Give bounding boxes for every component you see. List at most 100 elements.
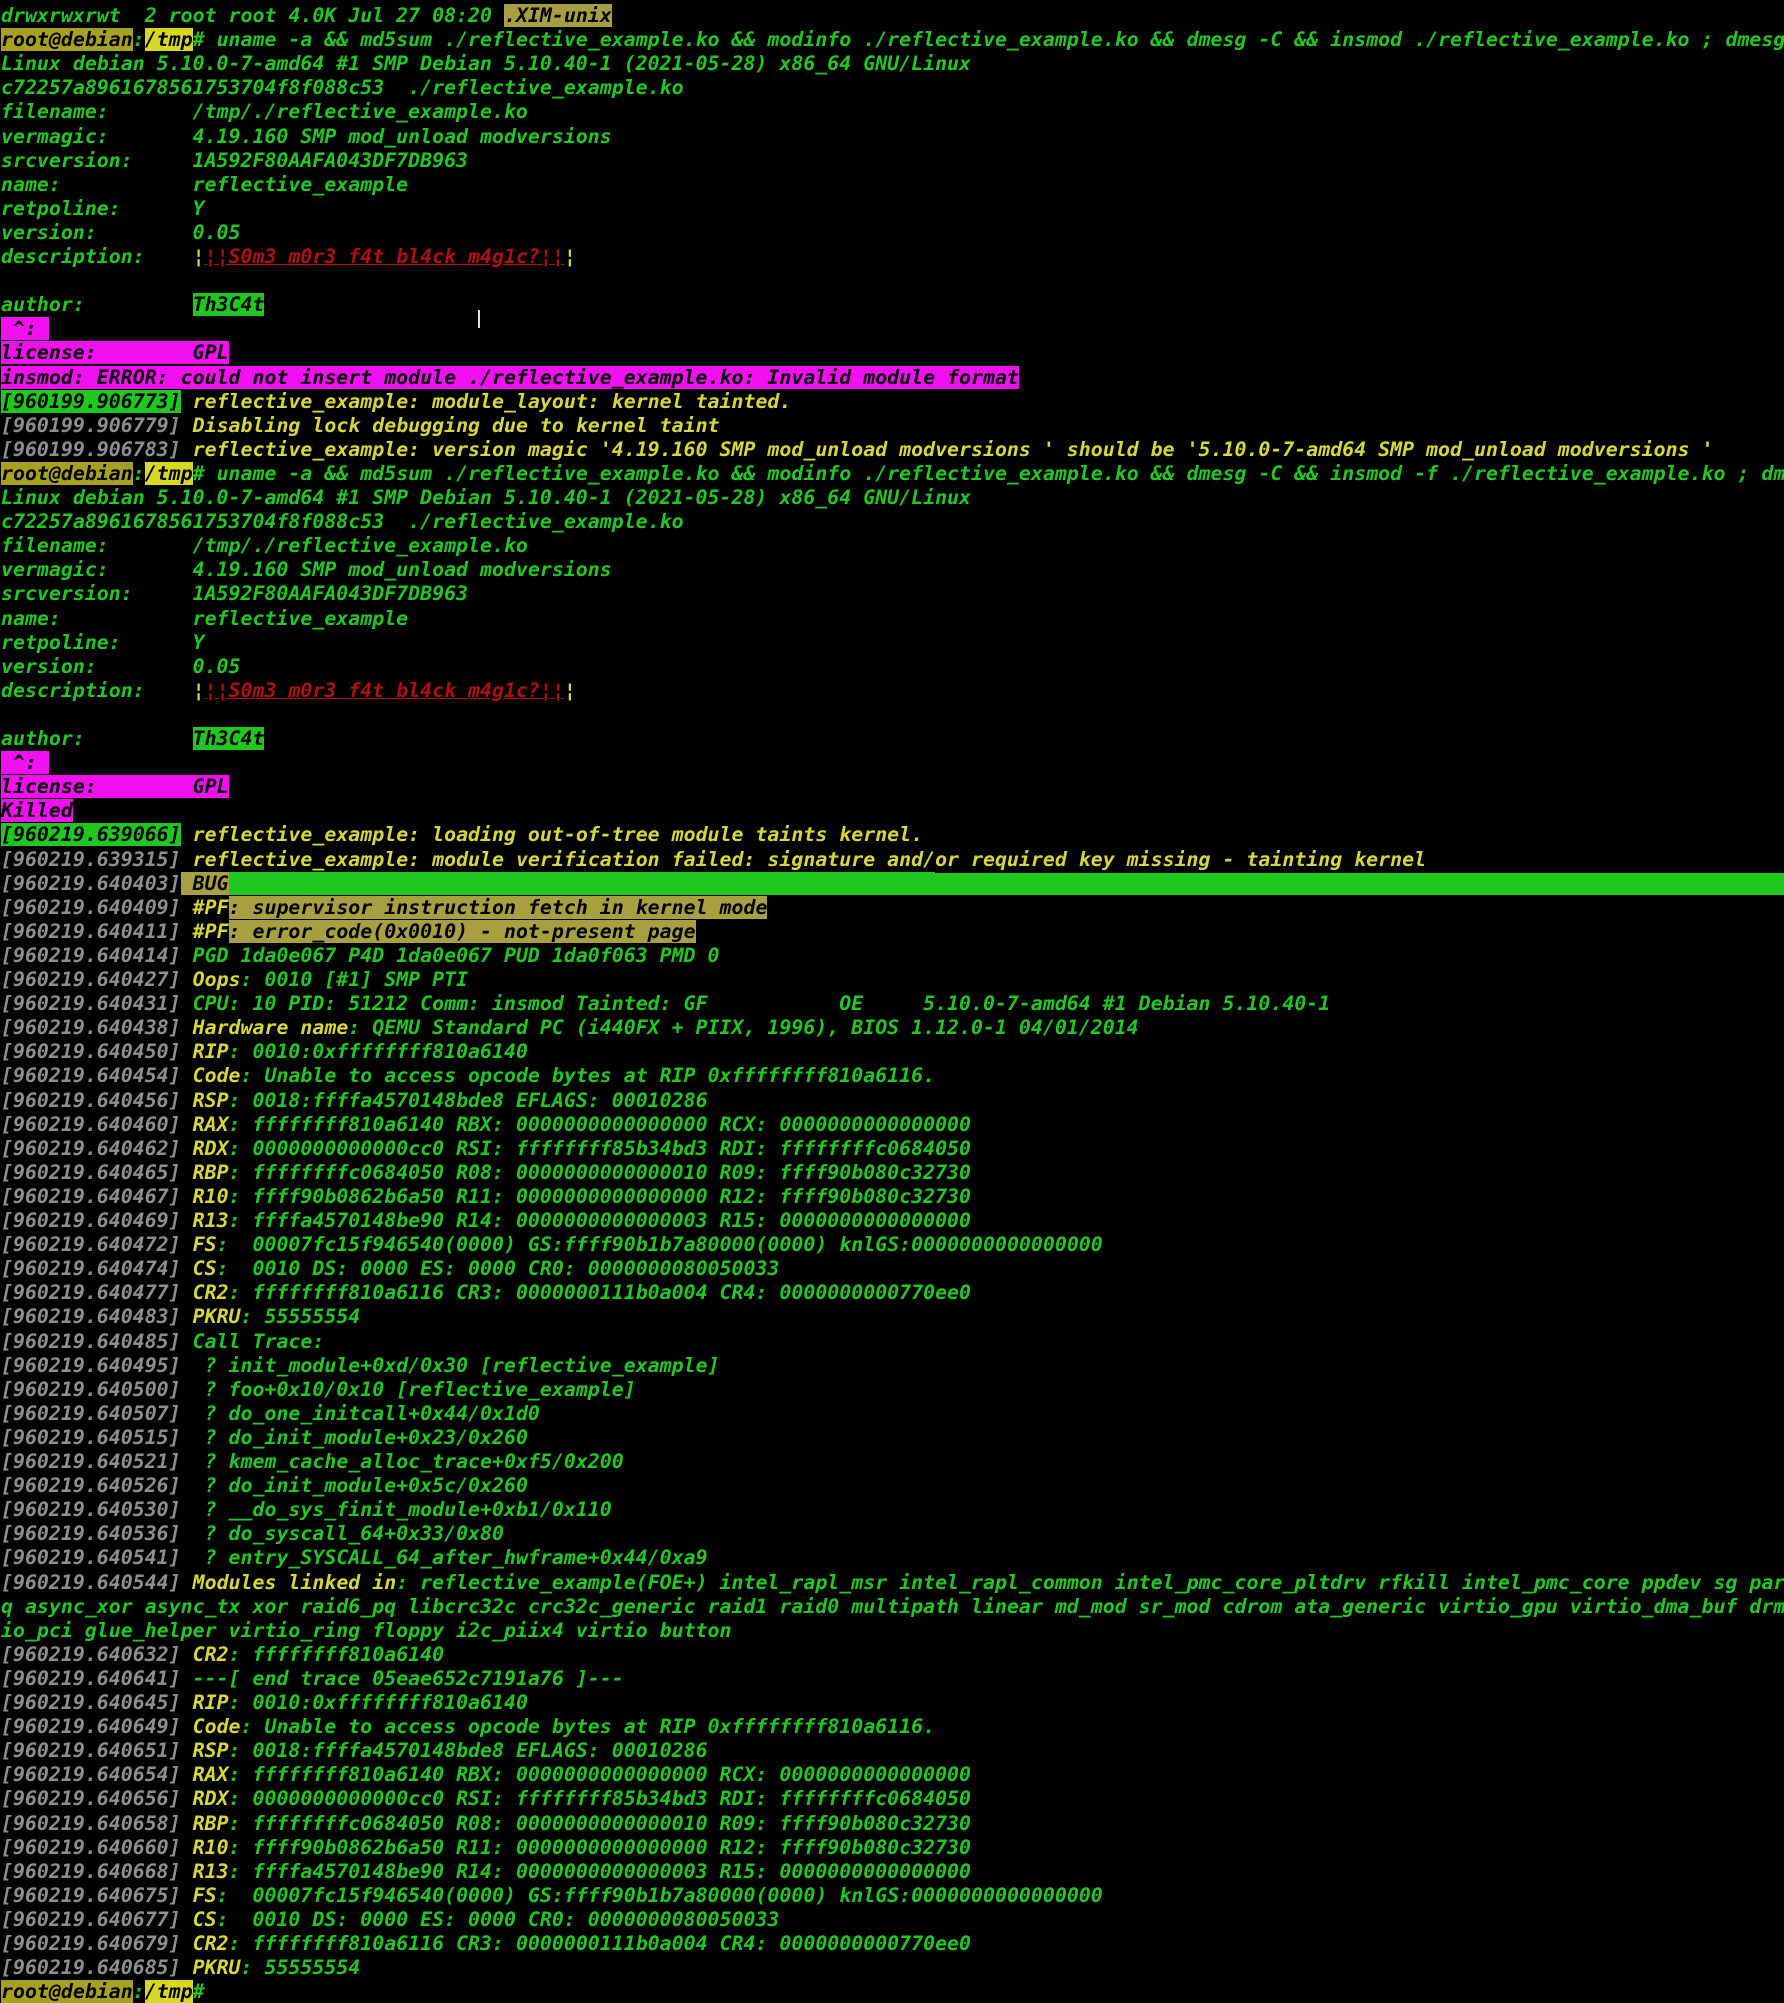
- terminal-line: [960219.640462] RDX: 0000000000000cc0 RS…: [1, 1137, 971, 1161]
- terminal-text-segment: [960219.640654]: [1, 1763, 181, 1787]
- terminal-text-segment: [960219.640660]: [1, 1835, 181, 1859]
- terminal-text-segment: : ffffffff810a6116 CR3: 0000000111b0a004…: [228, 1932, 972, 1955]
- terminal-line: insmod: ERROR: could not insert module .…: [1, 365, 1019, 390]
- terminal-text-segment: [960219.640641]: [1, 1666, 181, 1690]
- terminal-text-segment: author:: [1, 293, 193, 317]
- terminal-text-segment: R10: [180, 1835, 229, 1859]
- terminal-line: [960219.640483] PKRU: 55555554: [1, 1305, 360, 1329]
- terminal-text-segment: [960219.640530]: [1, 1498, 181, 1522]
- terminal-text-segment: vermagic: 4.19.160 SMP mod_unload modver…: [1, 124, 612, 148]
- terminal-text-segment: CR2: [180, 1642, 229, 1666]
- terminal-text-segment: [960219.640465]: [1, 1160, 181, 1184]
- terminal-text-segment: [960219.640427]: [1, 968, 181, 991]
- terminal-line: [960219.640677] CS: 0010 DS: 0000 ES: 00…: [1, 1908, 779, 1932]
- terminal-text-segment: :: [132, 461, 145, 485]
- terminal-line: [960219.640411] #PF: error_code(0x0010) …: [1, 919, 696, 944]
- terminal-line: vermagic: 4.19.160 SMP mod_unload modver…: [1, 125, 612, 149]
- terminal-text-segment: [960219.640454]: [1, 1064, 181, 1088]
- terminal-line: [960219.640467] R10: ffff90b0862b6a50 R1…: [1, 1185, 971, 1209]
- terminal-text-segment: : ffffffffc0684050 R08: 0000000000000010…: [228, 1811, 972, 1835]
- terminal-text-segment: /tmp: [144, 1980, 193, 2003]
- terminal-line: c72257a8961678561753704f8f088c53 ./refle…: [1, 510, 684, 534]
- terminal-line: license: GPL: [1, 341, 229, 365]
- terminal-text-segment: filename: /tmp/./reflective_example.ko: [1, 534, 528, 558]
- terminal-line: [960219.640477] CR2: ffffffff810a6116 CR…: [1, 1281, 971, 1305]
- terminal-text-segment: [960219.640409]: [1, 895, 181, 919]
- terminal-text-segment: [960219.640658]: [1, 1811, 181, 1835]
- terminal-text-segment: FS: [180, 1883, 217, 1907]
- terminal-text-segment: Disabling lock debugging due to kernel t…: [180, 413, 720, 437]
- terminal-line: [960219.640541] ? entry_SYSCALL_64_after…: [1, 1546, 708, 1570]
- terminal-text-segment: # uname -a && md5sum ./reflective_exampl…: [192, 461, 1784, 485]
- terminal-text-segment: root@debian: [1, 461, 133, 485]
- terminal-line: srcversion: 1A592F80AAFA043DF7DB963: [1, 582, 468, 606]
- terminal-text-segment: ¦¦S0m3 m0r3 f4t bl4ck m4g1c?¦¦: [204, 245, 564, 268]
- terminal-text-segment: [960219.640677]: [1, 1907, 181, 1931]
- terminal-text-segment: reflective_example: module verification …: [180, 847, 1427, 871]
- terminal-line: q async_xor async_tx xor raid6_pq libcrc…: [1, 1595, 1784, 1619]
- terminal-text-segment: : reflective_example(FOE+) intel_rapl_ms…: [396, 1570, 1784, 1594]
- terminal-text-segment: c72257a8961678561753704f8f088c53 ./refle…: [1, 510, 684, 534]
- terminal-text-segment: retpoline: Y: [1, 196, 205, 220]
- terminal-line: c72257a8961678561753704f8f088c53 ./refle…: [1, 76, 684, 100]
- terminal-line: [960219.640507] ? do_one_initcall+0x44/0…: [1, 1402, 540, 1426]
- terminal-text-segment: PKRU: [180, 1305, 241, 1329]
- terminal-text-segment: : 0010 DS: 0000 ES: 0000 CR0: 0000000080…: [216, 1257, 780, 1281]
- terminal-line: [960219.640472] FS: 00007fc15f946540(000…: [1, 1233, 1103, 1257]
- terminal-text-segment: drwxrwxrwt 2 root root 4.0K Jul 27 08:20: [1, 4, 504, 27]
- terminal-text-segment: license: GPL: [1, 341, 229, 365]
- terminal-text-segment: [960219.640467]: [1, 1184, 181, 1208]
- terminal-text-segment: : ffffffff810a6140 RBX: 0000000000000000…: [228, 1763, 972, 1787]
- terminal-text-segment: [960219.640668]: [1, 1859, 181, 1883]
- terminal-line: author: Th3C4t: [1, 293, 265, 317]
- terminal-text-segment: : ffff90b0862b6a50 R11: 0000000000000000…: [228, 1835, 972, 1859]
- terminal-text-segment: : 0010 [#1] SMP PTI: [240, 968, 469, 991]
- terminal-line: [960219.640454] Code: Unable to access o…: [1, 1064, 935, 1088]
- terminal-text-segment: ? __do_sys_finit_module+0xb1/0x110: [180, 1498, 612, 1522]
- terminal-text-segment: Code: [180, 1064, 241, 1088]
- terminal-line: [960219.640485] Call Trace:: [1, 1330, 324, 1354]
- terminal-text-segment: [960219.639066]: [1, 823, 181, 847]
- terminal-text-segment: PGD 1da0e067 P4D 1da0e067 PUD 1da0f063 P…: [180, 943, 720, 967]
- terminal-line: [960219.640632] CR2: ffffffff810a6140: [1, 1643, 444, 1667]
- terminal-text-segment: ? init_module+0xd/0x30 [reflective_examp…: [180, 1353, 720, 1377]
- terminal-window[interactable]: drwxrwxrwt 2 root root 4.0K Jul 27 08:20…: [0, 0, 1784, 2003]
- terminal-line: [960199.906779] Disabling lock debugging…: [1, 414, 720, 438]
- terminal-line: [960219.640495] ? init_module+0xd/0x30 […: [1, 1354, 720, 1378]
- terminal-line: ^:: [1, 317, 49, 341]
- terminal-line: srcversion: 1A592F80AAFA043DF7DB963: [1, 149, 468, 173]
- terminal-line: [960219.640450] RIP: 0010:0xffffffff810a…: [1, 1040, 528, 1064]
- terminal-text-segment: q async_xor async_tx xor raid6_pq libcrc…: [1, 1594, 1784, 1618]
- terminal-text-segment: [960219.640472]: [1, 1233, 181, 1257]
- terminal-text-segment: srcversion: 1A592F80AAFA043DF7DB963: [1, 582, 469, 606]
- terminal-text-segment: : 00007fc15f946540(0000) GS:ffff90b1b7a8…: [216, 1233, 1103, 1257]
- terminal-line: retpoline: Y: [1, 197, 205, 221]
- terminal-line: [960219.640403] BUG: unable to handle pa…: [1, 871, 1784, 896]
- terminal-line: description: ¦¦¦S0m3 m0r3 f4t bl4ck m4g1…: [1, 679, 576, 703]
- terminal-text-segment: CPU: 10 PID: 51212 Comm: insmod Tainted:…: [180, 992, 1331, 1016]
- text-cursor-icon: [478, 310, 484, 328]
- terminal-line: [960219.640465] RBP: ffffffffc0684050 R0…: [1, 1161, 971, 1185]
- terminal-text-segment: [960219.640536]: [1, 1522, 181, 1546]
- terminal-line: [960219.640641] ---[ end trace 05eae652c…: [1, 1667, 624, 1691]
- terminal-line: [960219.640675] FS: 00007fc15f946540(000…: [1, 1884, 1103, 1908]
- terminal-text-segment: [960219.640483]: [1, 1305, 181, 1329]
- terminal-text-segment: : ffffffff810a6140 RBX: 0000000000000000…: [228, 1112, 972, 1136]
- terminal-text-segment: RBP: [180, 1160, 229, 1184]
- terminal-text-segment: : 0010:0xffffffff810a6140: [228, 1691, 528, 1714]
- terminal-text-segment: FS: [180, 1233, 217, 1257]
- terminal-text-segment: [960219.640656]: [1, 1787, 181, 1811]
- terminal-line: [960219.640649] Code: Unable to access o…: [1, 1715, 935, 1739]
- terminal-text-segment: :: [132, 28, 145, 52]
- terminal-text-segment: [960219.640544]: [1, 1570, 181, 1594]
- terminal-text-segment: [960219.640679]: [1, 1932, 181, 1955]
- terminal-line: io_pci glue_helper virtio_ring floppy i2…: [1, 1619, 732, 1643]
- terminal-line: Killed: [1, 799, 73, 823]
- terminal-line: Linux debian 5.10.0-7-amd64 #1 SMP Debia…: [1, 52, 971, 76]
- terminal-text-segment: /tmp: [144, 28, 193, 52]
- terminal-line: [960219.640500] ? foo+0x10/0x10 [reflect…: [1, 1378, 636, 1402]
- terminal-text-segment: : 0018:ffffa4570148bde8 EFLAGS: 00010286: [228, 1088, 708, 1112]
- terminal-text-segment: root@debian: [1, 1980, 133, 2003]
- terminal-text-segment: : 0018:ffffa4570148bde8 EFLAGS: 00010286: [228, 1739, 708, 1763]
- terminal-text-segment: version: 0.05: [1, 220, 241, 244]
